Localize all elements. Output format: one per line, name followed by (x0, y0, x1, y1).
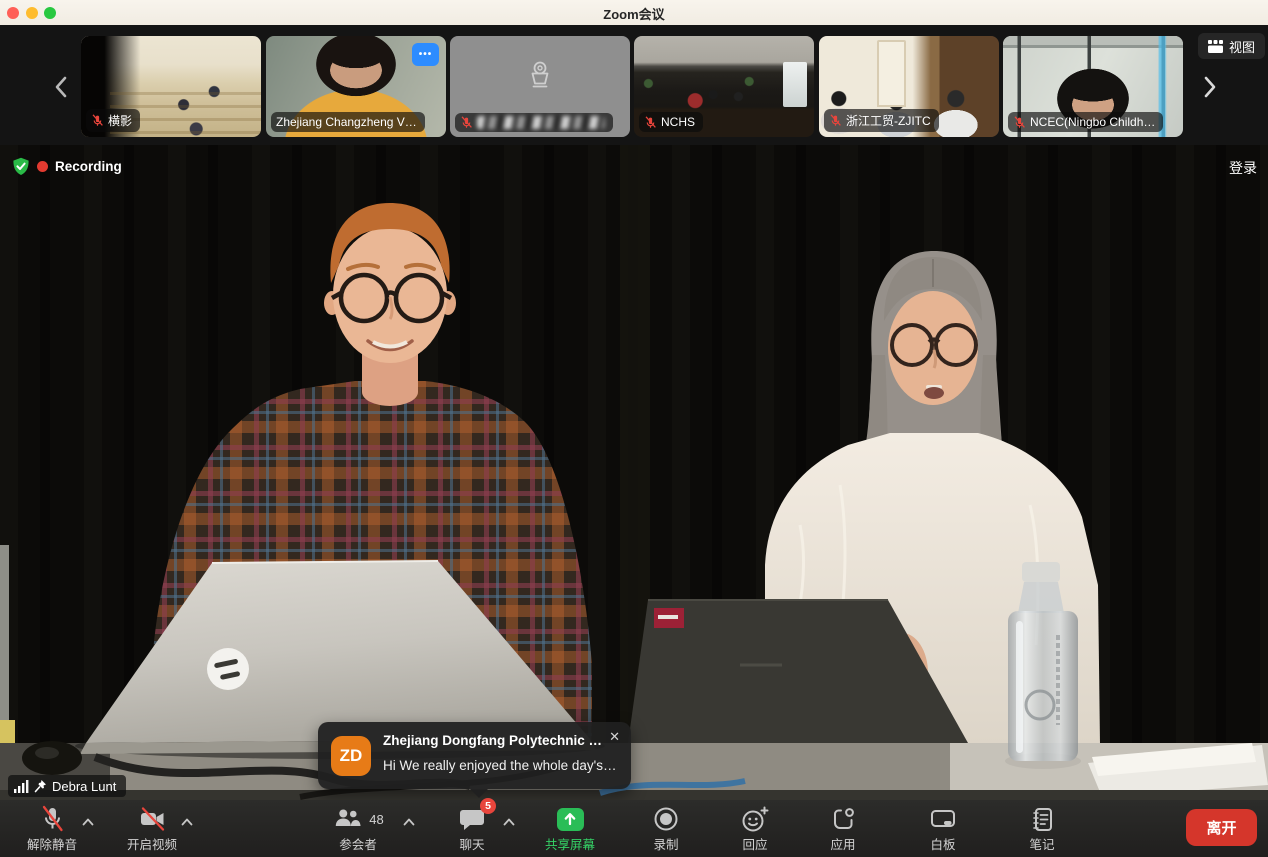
gallery-view-icon (1208, 40, 1223, 53)
view-button[interactable]: 视图 (1198, 33, 1265, 59)
video-thumbnail-camera-off[interactable] (450, 36, 630, 137)
mic-muted-icon (37, 804, 67, 834)
apps-icon (829, 805, 857, 833)
notes-icon (1028, 805, 1056, 833)
start-video-label: 开启视频 (127, 834, 177, 853)
view-button-label: 视图 (1229, 37, 1255, 56)
participants-count: 48 (369, 812, 383, 827)
speaker-name: Debra Lunt (52, 779, 116, 794)
chevron-left-icon (53, 75, 69, 99)
apps-button[interactable]: 应用 (829, 804, 857, 853)
share-screen-button[interactable]: 共享屏幕 (545, 804, 595, 853)
reactions-smiley-icon (740, 805, 770, 833)
chevron-up-icon (503, 818, 515, 826)
mic-muted-icon (1013, 116, 1026, 129)
mic-muted-icon (644, 116, 657, 129)
chat-options-caret[interactable] (503, 813, 515, 831)
security-shield-icon (12, 157, 30, 176)
macos-titlebar: Zoom会议 (0, 0, 1268, 25)
video-thumbnail-zjitc[interactable]: 浙江工贸-ZJITC (819, 36, 999, 137)
whiteboard-icon (928, 805, 958, 833)
pin-icon (34, 779, 47, 793)
notes-label: 笔记 (1029, 834, 1054, 853)
chat-button[interactable]: 5 聊天 (458, 804, 486, 853)
share-screen-label: 共享屏幕 (545, 834, 595, 853)
video-options-caret[interactable] (181, 813, 193, 831)
mic-muted-icon (829, 114, 842, 127)
chat-message-preview: Hi We really enjoyed the whole day's… (383, 758, 616, 773)
unmute-button[interactable]: 解除静音 (27, 804, 77, 853)
participants-button[interactable]: 48 参会者 (332, 804, 383, 853)
apps-label: 应用 (830, 834, 855, 853)
chevron-up-icon (82, 818, 94, 826)
audio-options-caret[interactable] (82, 813, 94, 831)
participants-label: 参会者 (339, 834, 377, 853)
filmstrip-prev-button[interactable] (51, 73, 71, 104)
popup-pointer (470, 789, 488, 798)
participant-name: NCHS (661, 115, 695, 129)
more-options-button[interactable]: ••• (412, 43, 439, 66)
meeting-toolbar: 解除静音 开启视频 (0, 800, 1268, 857)
participant-name-tag: NCHS (639, 112, 703, 132)
chevron-up-icon (181, 818, 193, 826)
whiteboard-button[interactable]: 白板 (928, 804, 958, 853)
stage-video (0, 145, 1268, 800)
reactions-button[interactable]: 回应 (740, 804, 770, 853)
mic-muted-icon (91, 114, 104, 127)
more-icon: ••• (419, 49, 433, 60)
video-thumbnail-ncec[interactable]: NCEC(Ningbo Childh… (1003, 36, 1183, 137)
participant-name: Zhejiang Changzheng V… (276, 115, 417, 129)
record-button[interactable]: 录制 (652, 804, 680, 853)
participant-name-tag: 横影 (86, 109, 140, 132)
recording-dot-icon (37, 161, 48, 172)
unmute-label: 解除静音 (27, 834, 77, 853)
notes-button[interactable]: 笔记 (1028, 804, 1056, 853)
reactions-label: 回应 (742, 834, 767, 853)
camera-device-icon (522, 60, 558, 92)
active-speaker-stage: Recording 登录 Debra Lunt ZD Zhejiang Dong… (0, 145, 1268, 800)
participant-name: NCEC(Ningbo Childh… (1030, 115, 1155, 129)
participant-name: 横影 (108, 112, 132, 129)
window-title: Zoom会议 (0, 4, 1268, 23)
chat-unread-badge: 5 (480, 798, 496, 814)
video-thumbnail-nchs[interactable]: NCHS (634, 36, 814, 137)
video-filmstrip: 横影 ••• Zhejiang Changzheng V… (0, 25, 1268, 145)
leave-meeting-button[interactable]: 离开 (1186, 809, 1257, 846)
chevron-up-icon (403, 818, 415, 826)
speaker-name-tag: Debra Lunt (8, 775, 126, 797)
whiteboard-label: 白板 (930, 834, 955, 853)
video-thumbnail-zhejiang-changzheng[interactable]: ••• Zhejiang Changzheng V… (266, 36, 446, 137)
participant-name-tag-redacted (455, 113, 613, 132)
participants-icon (332, 805, 362, 833)
participant-name-tag: 浙江工贸-ZJITC (824, 109, 939, 132)
video-thumbnail-hengying[interactable]: 横影 (81, 36, 261, 137)
recording-label: Recording (55, 159, 122, 174)
mic-muted-icon (460, 116, 473, 129)
chat-label: 聊天 (459, 834, 484, 853)
login-link[interactable]: 登录 (1229, 158, 1257, 178)
share-screen-icon (556, 808, 583, 831)
participant-name: 浙江工贸-ZJITC (846, 112, 931, 129)
camera-muted-icon (136, 804, 168, 834)
close-icon[interactable]: ✕ (609, 729, 620, 745)
chevron-right-icon (1202, 75, 1218, 99)
recording-indicator: Recording (12, 157, 122, 176)
participant-name-tag: Zhejiang Changzheng V… (271, 112, 425, 132)
start-video-button[interactable]: 开启视频 (127, 804, 177, 853)
zoom-meeting-window: Zoom会议 横影 ••• Zhejiang Changzheng V… (0, 0, 1268, 857)
signal-strength-icon (14, 780, 29, 793)
participant-name-redacted (477, 116, 605, 129)
participants-options-caret[interactable] (403, 813, 415, 831)
record-icon (652, 805, 680, 833)
chat-sender: Zhejiang Dongfang Polytechnic … (383, 733, 602, 748)
filmstrip-next-button[interactable] (1200, 73, 1220, 104)
avatar: ZD (331, 736, 371, 776)
chat-notification-popup[interactable]: ZD Zhejiang Dongfang Polytechnic … Hi We… (318, 722, 631, 789)
participant-name-tag: NCEC(Ningbo Childh… (1008, 112, 1163, 132)
record-label: 录制 (653, 834, 678, 853)
